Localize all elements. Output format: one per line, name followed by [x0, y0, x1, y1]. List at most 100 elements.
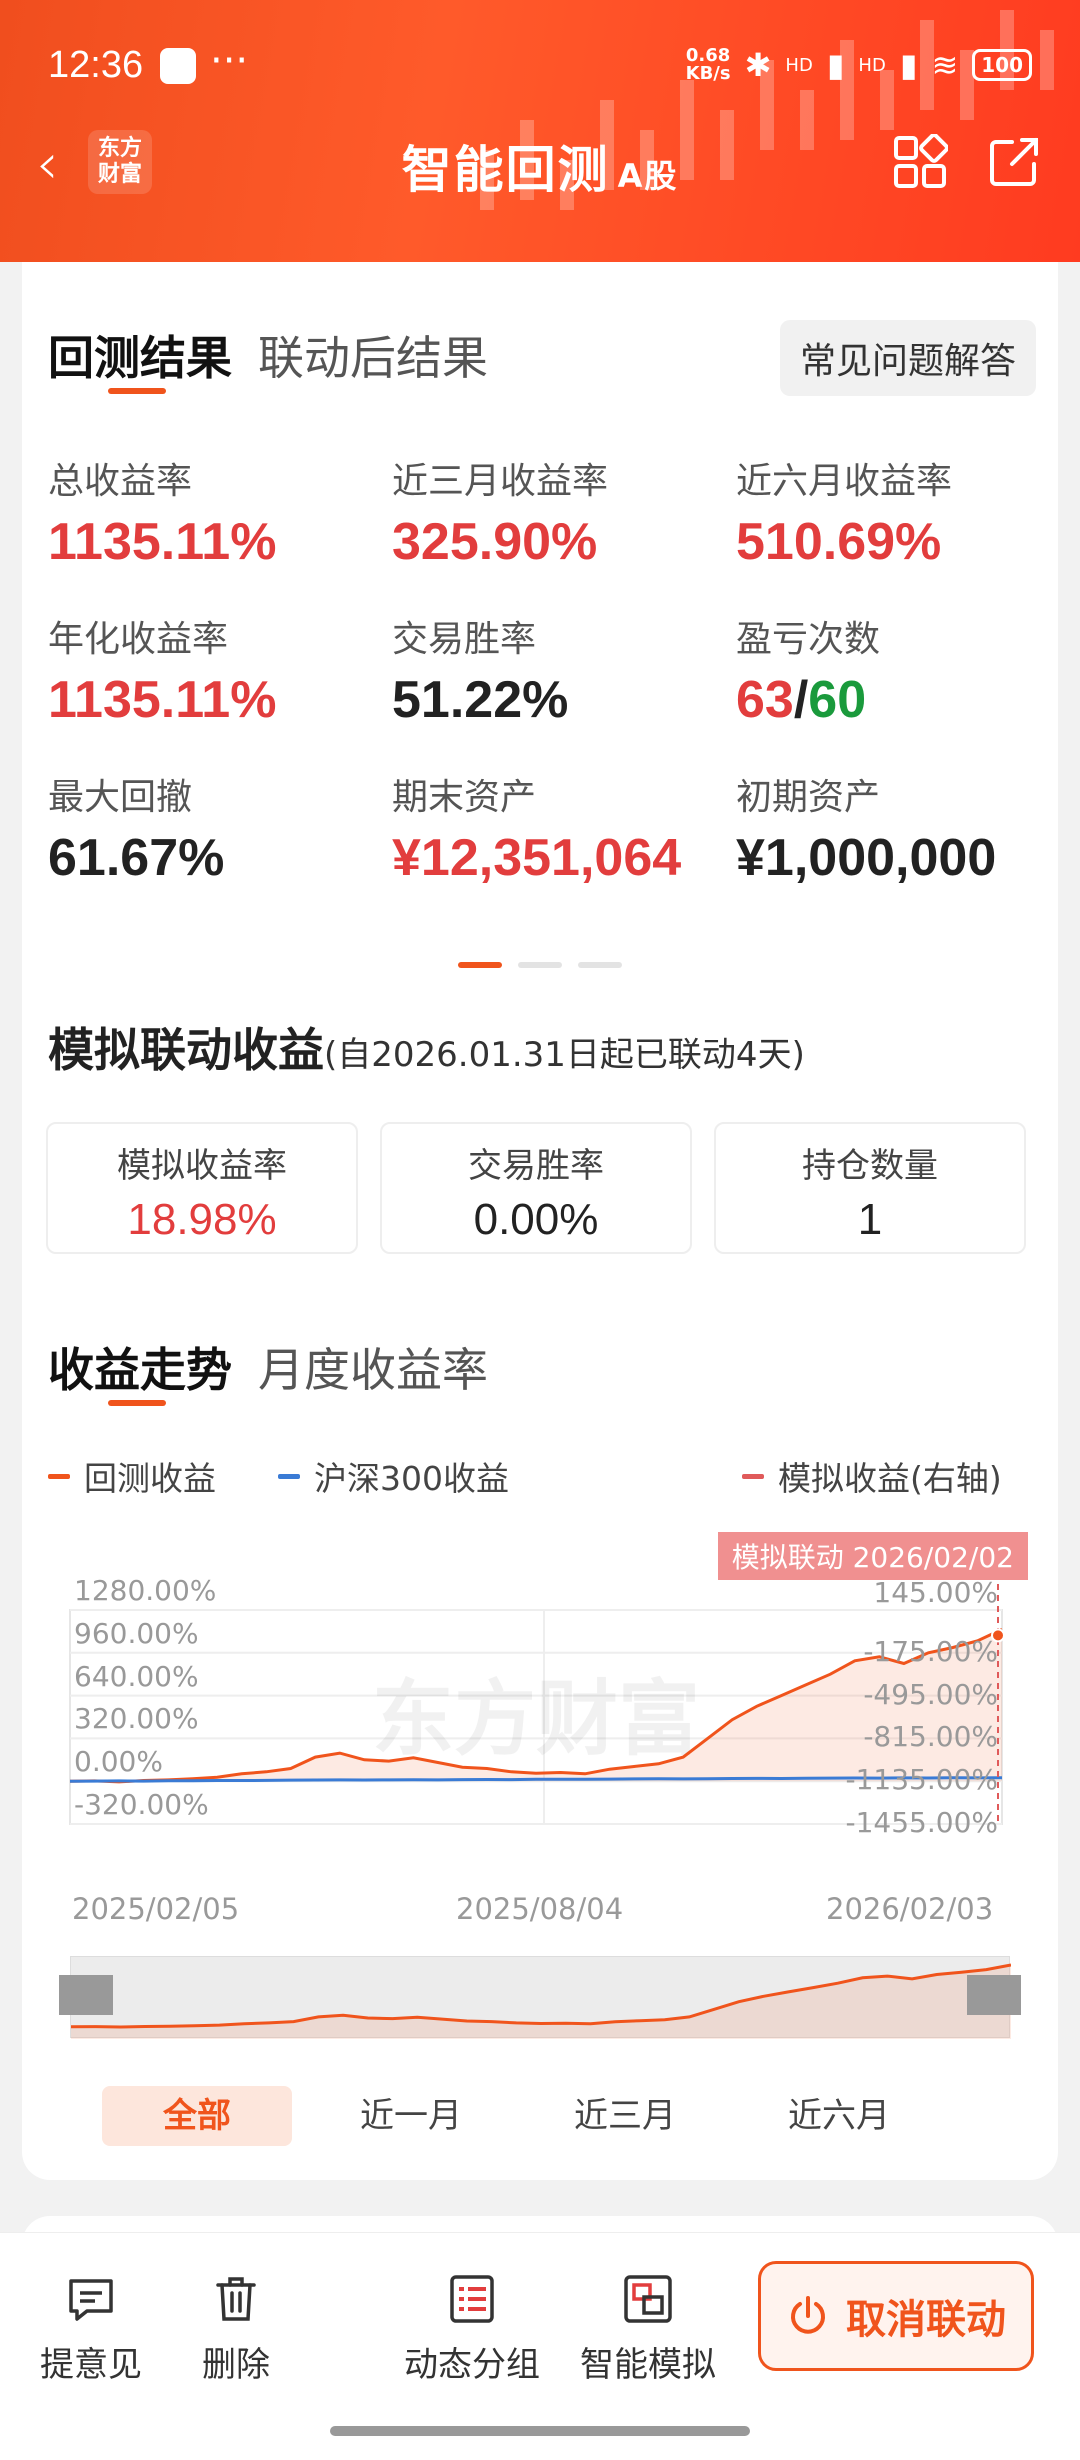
range-tabs: 全部 近一月 近三月 近六月	[102, 2086, 934, 2146]
legend-swatch	[48, 1473, 70, 1479]
home-indicator[interactable]	[330, 2426, 750, 2436]
metric-value: 325.90%	[392, 513, 598, 571]
tab-backtest-result[interactable]: 回测结果	[48, 322, 232, 388]
more-notifications: ···	[210, 38, 249, 84]
battery-indicator: 100	[972, 49, 1032, 81]
legend-swatch	[742, 1473, 764, 1479]
smart-simulation-label: 智能模拟	[580, 2345, 716, 2385]
y-right-tick-label: -175.00%	[863, 1634, 998, 1668]
status-bar: 12:36 ··· 0.68 KB/s ✱ HD ▮ HD ▮ ≋ 100	[0, 0, 1080, 130]
result-tabs: 回测结果 联动后结果	[48, 322, 488, 388]
cancel-linkage-label: 取消联动	[846, 2297, 1006, 2343]
metric-label: 盈亏次数	[736, 619, 881, 660]
sim-value: 1	[857, 1195, 883, 1244]
tab-indicator	[108, 388, 166, 394]
range-3m[interactable]: 近三月	[530, 2086, 720, 2146]
chart-watermark: 东方财富	[372, 1672, 700, 1767]
simulation-note: (自2026.01.31日起已联动4天)	[324, 1035, 805, 1075]
metric-win-loss-count: 盈亏次数 63/60	[736, 610, 1066, 730]
mini-chart	[70, 1963, 1012, 2039]
legend-label: 沪深300收益	[314, 1459, 509, 1498]
x-tick-label: 2025/08/04	[456, 1892, 624, 1926]
metric-label: 年化收益率	[48, 619, 229, 660]
nav-bar: ‹ 东方 财富 智能回测 A股	[0, 120, 1080, 230]
metric-value: 1135.11%	[48, 513, 277, 571]
y-left-tick-label: -320.00%	[74, 1788, 209, 1821]
tab-linked-result[interactable]: 联动后结果	[258, 322, 488, 388]
count-separator: /	[793, 671, 809, 729]
slider-handle-right[interactable]	[967, 1975, 1021, 2015]
y-right-tick-label: -1455.00%	[845, 1806, 999, 1839]
return-chart[interactable]: 东方财富 模拟联动 2026/02/02 1280.00% 960.00% 640.…	[22, 1532, 1058, 1862]
metric-label: 总收益率	[48, 461, 193, 502]
y-right-tick-label: -495.00%	[863, 1677, 998, 1711]
network-speed: 0.68 KB/s	[686, 47, 731, 83]
dynamic-group-button[interactable]: 动态分组	[404, 2273, 540, 2386]
legend-label: 回测收益	[84, 1459, 216, 1498]
trend-tab-indicator	[108, 1400, 166, 1406]
signal-hd-2: HD	[858, 54, 886, 76]
page-indicator	[458, 962, 622, 968]
metric-value: 1135.11%	[48, 671, 277, 729]
y-left-tick-label: 0.00%	[74, 1745, 163, 1779]
range-1m[interactable]: 近一月	[316, 2086, 506, 2146]
metric-total-return: 总收益率 1135.11%	[48, 452, 378, 572]
metric-label: 初期资产	[736, 777, 881, 818]
smart-simulation-button[interactable]: 智能模拟	[580, 2273, 716, 2386]
page-dot	[578, 962, 622, 968]
metric-value: 510.69%	[736, 513, 942, 571]
cancel-linkage-button[interactable]: 取消联动	[758, 2261, 1034, 2371]
simulation-marker-label: 模拟联动 2026/02/02	[717, 1532, 1028, 1580]
header: 12:36 ··· 0.68 KB/s ✱ HD ▮ HD ▮ ≋ 100 ‹ …	[0, 0, 1080, 262]
legend-label: 模拟收益(右轴)	[778, 1459, 1002, 1498]
range-6m[interactable]: 近六月	[744, 2086, 934, 2146]
tab-return-trend[interactable]: 收益走势	[48, 1334, 232, 1400]
page-dot-active	[458, 962, 502, 968]
page-dot	[518, 962, 562, 968]
metric-value: 61.67%	[48, 829, 225, 887]
slider-handle-left[interactable]	[59, 1975, 113, 2015]
metric-annual-return: 年化收益率 1135.11%	[48, 610, 378, 730]
metric-win-rate: 交易胜率 51.22%	[392, 610, 722, 730]
metric-value: ¥12,351,064	[392, 829, 682, 887]
signal-hd-1: HD	[785, 54, 813, 76]
metric-label: 期末资产	[392, 777, 537, 818]
metric-value: ¥1,000,000	[736, 829, 997, 887]
delete-button[interactable]: 删除	[202, 2273, 270, 2386]
feedback-button[interactable]: 提意见	[40, 2273, 142, 2386]
tab-monthly-return[interactable]: 月度收益率	[258, 1334, 488, 1400]
sim-winrate-box: 交易胜率 0.00%	[380, 1122, 692, 1254]
metric-max-drawdown: 最大回撤 61.67%	[48, 768, 378, 888]
wifi-icon: ≋	[931, 46, 959, 84]
faq-button[interactable]: 常见问题解答	[779, 320, 1036, 396]
win-count: 63	[736, 671, 794, 729]
status-time: 12:36	[48, 44, 144, 86]
feedback-label: 提意见	[40, 2345, 142, 2385]
legend-backtest: 回测收益	[48, 1452, 216, 1500]
x-tick-label: 2026/02/03	[826, 1892, 994, 1926]
trash-icon	[216, 2277, 256, 2321]
delete-label: 删除	[202, 2345, 270, 2385]
y-right-tick-label: -1135.00%	[845, 1763, 999, 1797]
share-icon[interactable]	[986, 134, 1042, 190]
simulation-title-text: 模拟联动收益	[48, 1023, 324, 1077]
trend-tabs: 收益走势 月度收益率	[48, 1334, 488, 1400]
metric-initial-assets: 初期资产 ¥1,000,000	[736, 768, 1066, 888]
simulation-title: 模拟联动收益(自2026.01.31日起已联动4天)	[48, 1014, 805, 1080]
backtest-card: 回测结果 联动后结果 常见问题解答 总收益率 1135.11% 近三月收益率 3…	[22, 262, 1058, 2180]
dynamic-group-label: 动态分组	[404, 2345, 540, 2385]
y-left-tick-label: 1280.00%	[74, 1574, 217, 1607]
simulation-icon	[624, 2275, 672, 2323]
speed-unit: KB/s	[685, 63, 731, 84]
y-right-tick-label: -815.00%	[863, 1720, 998, 1754]
grid-icon[interactable]	[892, 134, 948, 190]
legend-swatch	[278, 1473, 300, 1479]
sim-return-box: 模拟收益率 18.98%	[46, 1122, 358, 1254]
bluetooth-icon: ✱	[744, 46, 772, 84]
range-slider[interactable]	[59, 1956, 1021, 2039]
range-all[interactable]: 全部	[102, 2086, 292, 2146]
metric-3m-return: 近三月收益率 325.90%	[392, 452, 722, 572]
list-icon	[450, 2275, 494, 2323]
y-left-tick-label: 640.00%	[74, 1659, 199, 1693]
y-left-tick-label: 320.00%	[74, 1702, 199, 1736]
